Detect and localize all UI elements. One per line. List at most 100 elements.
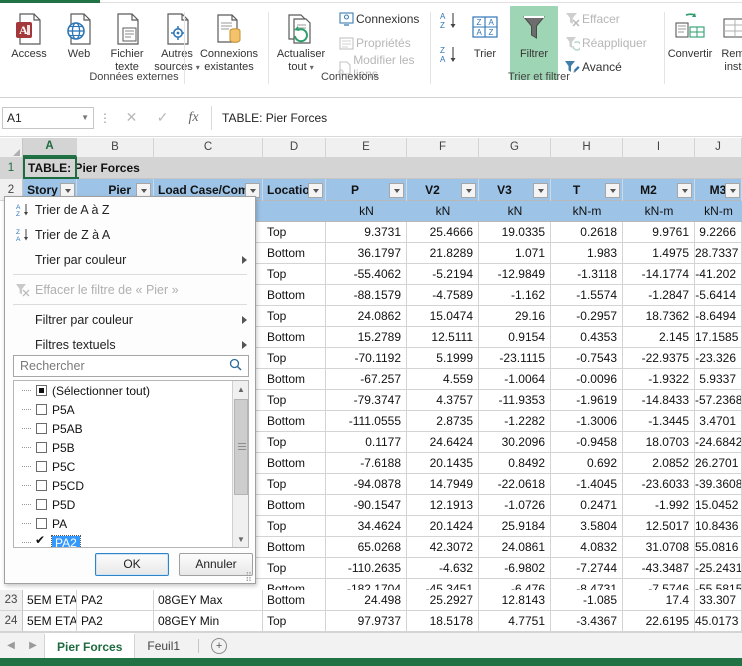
filter-dropdown-location[interactable] [308, 183, 323, 198]
confirm-icon[interactable]: ✓ [147, 106, 178, 130]
cell-p[interactable]: -70.1192 [326, 348, 407, 369]
checkbox-icon[interactable] [36, 385, 47, 396]
cell-v2[interactable]: 2.8735 [407, 411, 479, 432]
cell-m3[interactable]: 17.1585 [695, 327, 742, 348]
cell-m2[interactable]: 18.0703 [623, 432, 695, 453]
cell-v2[interactable]: 14.7949 [407, 474, 479, 495]
filter-list-item[interactable]: (Sélectionner tout) [14, 381, 248, 400]
cell-p[interactable]: 15.2789 [326, 327, 407, 348]
cell-p[interactable]: -111.0555 [326, 411, 407, 432]
cell-m3[interactable]: 15.0452 [695, 495, 742, 516]
cell-m3[interactable]: 10.8436 [695, 516, 742, 537]
convert-button[interactable]: Convertir [666, 10, 714, 61]
cell-p[interactable]: 9.3731 [326, 222, 407, 243]
cell-load-case[interactable]: 08GEY Max [154, 590, 263, 611]
cell-v3[interactable]: 25.9184 [479, 516, 551, 537]
cell-m3[interactable]: -24.6842 [695, 432, 742, 453]
filter-menu-item-2[interactable]: Trier par couleur [5, 247, 255, 272]
column-header-B[interactable]: B [77, 138, 154, 157]
cell-t[interactable]: -1.5574 [551, 285, 623, 306]
cell-t[interactable]: -0.9458 [551, 432, 623, 453]
row-header-1[interactable]: 1 [0, 157, 23, 179]
cell-location[interactable]: Bottom [263, 453, 326, 474]
cell-pier[interactable]: PA2 [77, 590, 154, 611]
cell-m2[interactable]: 17.4 [623, 590, 695, 611]
cell-pier[interactable]: PA2 [77, 611, 154, 632]
filter-menu-item-1[interactable]: Z A Trier de Z à A [5, 222, 255, 247]
cell-t[interactable]: 0.2471 [551, 495, 623, 516]
cell-m3[interactable]: 55.0816 [695, 537, 742, 558]
filter-list-item[interactable]: P5CD [14, 476, 248, 495]
import-text-file-button[interactable]: Fichier texte [100, 10, 154, 73]
cell-v3[interactable]: -22.0618 [479, 474, 551, 495]
cell-m2[interactable]: -22.9375 [623, 348, 695, 369]
cell-p[interactable]: 97.9737 [326, 611, 407, 632]
cell-location[interactable]: Bottom [263, 495, 326, 516]
cell-location[interactable]: Top [263, 516, 326, 537]
refresh-all-button[interactable]: Actualiser tout ▾ [270, 10, 332, 74]
column-header-I[interactable]: I [623, 138, 695, 157]
filter-list-item[interactable]: P5D [14, 495, 248, 514]
scroll-up-icon[interactable]: ▲ [233, 381, 248, 397]
cell-v3[interactable]: -1.2282 [479, 411, 551, 432]
table-title-cell[interactable]: TABLE: Pier Forces [23, 157, 742, 179]
cell-location[interactable]: Bottom [263, 590, 326, 611]
checkbox-icon[interactable] [36, 442, 47, 453]
connections-button[interactable]: Connexions [334, 8, 419, 30]
cell-t[interactable]: 0.2618 [551, 222, 623, 243]
cell-location[interactable]: Bottom [263, 369, 326, 390]
cell-t[interactable]: -1.3118 [551, 264, 623, 285]
cell-p[interactable]: -7.6188 [326, 453, 407, 474]
cell-m2[interactable]: 9.9761 [623, 222, 695, 243]
cell-m3[interactable]: -57.2368 [695, 390, 742, 411]
filter-list-item[interactable]: P5AB [14, 419, 248, 438]
cell-v2[interactable]: 18.5178 [407, 611, 479, 632]
cell-m2[interactable]: -1.992 [623, 495, 695, 516]
cell-p[interactable]: 24.0862 [326, 306, 407, 327]
cell-t[interactable]: 3.5804 [551, 516, 623, 537]
cell-p[interactable]: 24.498 [326, 590, 407, 611]
cell-v3[interactable]: 1.071 [479, 243, 551, 264]
cell-m3[interactable]: 26.2701 [695, 453, 742, 474]
cancel-button[interactable]: Annuler [179, 553, 253, 576]
cell-v3[interactable]: 29.16 [479, 306, 551, 327]
cell-location[interactable]: Top [263, 432, 326, 453]
cell-v2[interactable]: 20.1424 [407, 516, 479, 537]
cell-v3[interactable]: 30.2096 [479, 432, 551, 453]
cell-m3[interactable]: 28.7337 [695, 243, 742, 264]
cell-m2[interactable]: 22.6195 [623, 611, 695, 632]
cell-p[interactable]: -88.1579 [326, 285, 407, 306]
checkbox-icon[interactable] [36, 518, 47, 529]
cell-t[interactable]: 1.983 [551, 243, 623, 264]
column-header-H[interactable]: H [551, 138, 623, 157]
add-sheet-button[interactable]: + [211, 637, 228, 654]
cell-p[interactable]: -67.257 [326, 369, 407, 390]
cell-p[interactable]: -79.3747 [326, 390, 407, 411]
row-header-23[interactable]: 23 [0, 590, 23, 611]
filter-menu-item-5[interactable]: Filtres textuels [5, 332, 255, 357]
checkbox-icon[interactable] [36, 423, 47, 434]
prev-sheet-icon[interactable]: ◀ [0, 640, 22, 651]
cell-location[interactable]: Top [263, 558, 326, 579]
cell-v2[interactable]: 4.559 [407, 369, 479, 390]
filter-list-item[interactable]: P5C [14, 457, 248, 476]
cell-v3[interactable]: 19.0335 [479, 222, 551, 243]
cell-v2[interactable]: 12.1913 [407, 495, 479, 516]
cell-t[interactable]: -0.7543 [551, 348, 623, 369]
column-header-A[interactable]: A [23, 138, 77, 157]
filter-dropdown-v2[interactable] [461, 183, 476, 198]
cell-m3[interactable]: 3.4701 [695, 411, 742, 432]
filter-button[interactable]: Filtrer [510, 10, 558, 61]
cell-m3[interactable]: -25.2431 [695, 558, 742, 579]
cell-m3[interactable]: 45.0173 [695, 611, 742, 632]
cell-t[interactable]: 0.4353 [551, 327, 623, 348]
cell-v3[interactable]: 0.8492 [479, 453, 551, 474]
cell-m3[interactable]: -8.6494 [695, 306, 742, 327]
cell-v3[interactable]: -6.9802 [479, 558, 551, 579]
cell-v2[interactable]: 42.3072 [407, 537, 479, 558]
cell-load-case[interactable]: 08GEY Min [154, 611, 263, 632]
cell-m2[interactable]: -23.6033 [623, 474, 695, 495]
cell-m3[interactable]: 5.9337 [695, 369, 742, 390]
sort-descending-button[interactable]: Z A [438, 44, 460, 66]
sort-ascending-button[interactable]: A Z [438, 10, 460, 32]
